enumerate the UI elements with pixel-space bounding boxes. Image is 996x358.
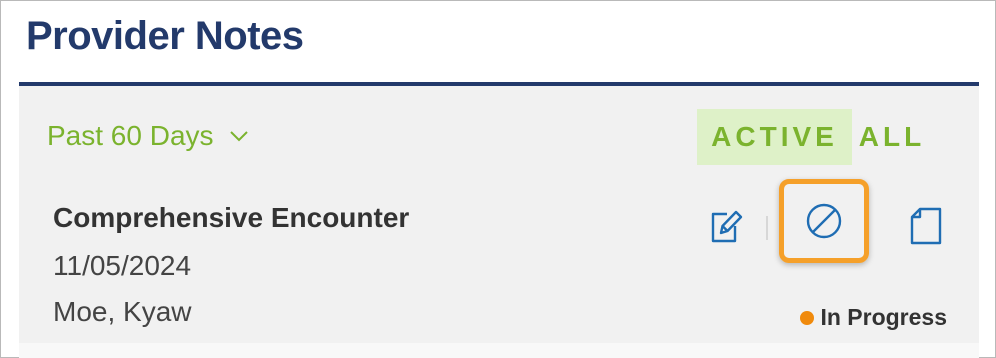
tab-all[interactable]: ALL	[852, 109, 932, 165]
view-document-button[interactable]	[906, 204, 946, 248]
action-separator	[766, 216, 768, 240]
document-icon	[910, 207, 942, 245]
date-range-dropdown[interactable]: Past 60 Days	[47, 120, 250, 152]
status-badge: In Progress	[800, 304, 947, 331]
status-label: In Progress	[820, 304, 947, 330]
status-tabs: ACTIVE ALL	[697, 109, 932, 165]
void-icon	[806, 203, 842, 239]
chevron-down-icon	[229, 131, 248, 142]
next-row-edge	[19, 343, 979, 358]
void-note-button[interactable]	[779, 179, 869, 263]
edit-icon	[711, 210, 743, 243]
edit-note-button[interactable]	[703, 204, 747, 248]
date-range-label: Past 60 Days	[47, 120, 214, 151]
page-title: Provider Notes	[26, 14, 304, 58]
tab-active[interactable]: ACTIVE	[697, 109, 852, 165]
encounter-date: 11/05/2024	[53, 250, 192, 281]
encounter-title[interactable]: Comprehensive Encounter	[53, 202, 409, 234]
status-dot	[800, 310, 815, 325]
encounter-provider: Moe, Kyaw	[53, 296, 192, 327]
